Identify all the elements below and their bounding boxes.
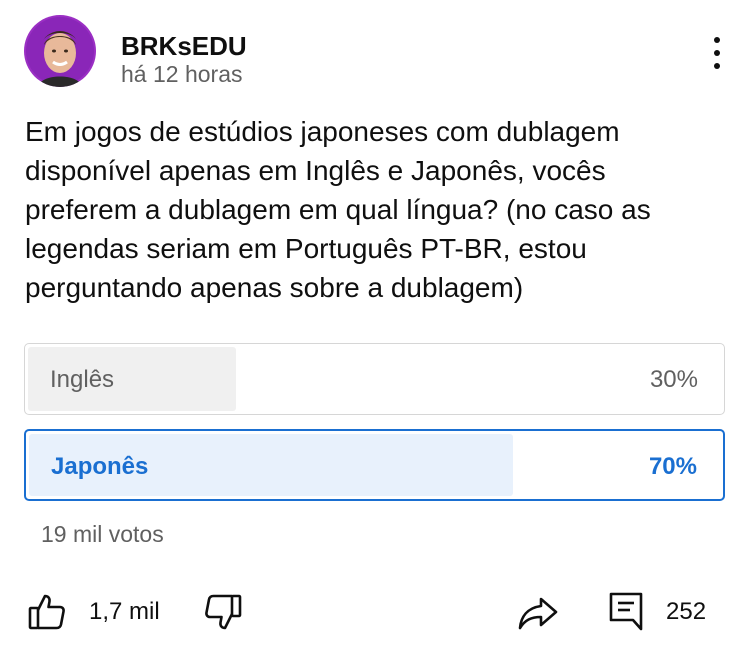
comment-count: 252: [666, 598, 707, 625]
more-options-button[interactable]: [706, 35, 730, 71]
thumbs-down-icon: [205, 594, 242, 630]
dislike-button[interactable]: [203, 593, 243, 633]
like-button[interactable]: [27, 591, 67, 631]
channel-name[interactable]: BRKsEDU: [121, 31, 247, 62]
more-vertical-icon: [714, 37, 720, 43]
poll-option-percent: 70%: [648, 453, 697, 480]
poll-option-label: Japonês: [51, 453, 149, 480]
share-arrow-icon: [518, 597, 558, 630]
share-button[interactable]: [517, 593, 559, 633]
post-timestamp: há 12 horas: [121, 61, 243, 87]
action-bar: 1,7 mil 252: [0, 585, 749, 635]
more-vertical-icon-dot: [714, 50, 720, 56]
poll-option-percent: 30%: [649, 366, 698, 393]
poll-option-japones[interactable]: Japonês 70%: [24, 429, 725, 501]
poll-option-label: Inglês: [50, 366, 115, 393]
post-body-text: Em jogos de estúdios japoneses com dubla…: [25, 116, 651, 303]
more-vertical-icon-dot: [714, 63, 720, 69]
comment-icon: [609, 592, 643, 631]
thumbs-up-icon: [28, 594, 65, 630]
avatar[interactable]: [24, 15, 96, 87]
comments-button[interactable]: [608, 591, 644, 631]
poll-option-ingles[interactable]: Inglês 30%: [24, 343, 725, 415]
like-count: 1,7 mil: [89, 598, 160, 625]
poll-vote-count: 19 mil votos: [41, 521, 164, 547]
post-header: BRKsEDU há 12 horas: [24, 15, 725, 87]
